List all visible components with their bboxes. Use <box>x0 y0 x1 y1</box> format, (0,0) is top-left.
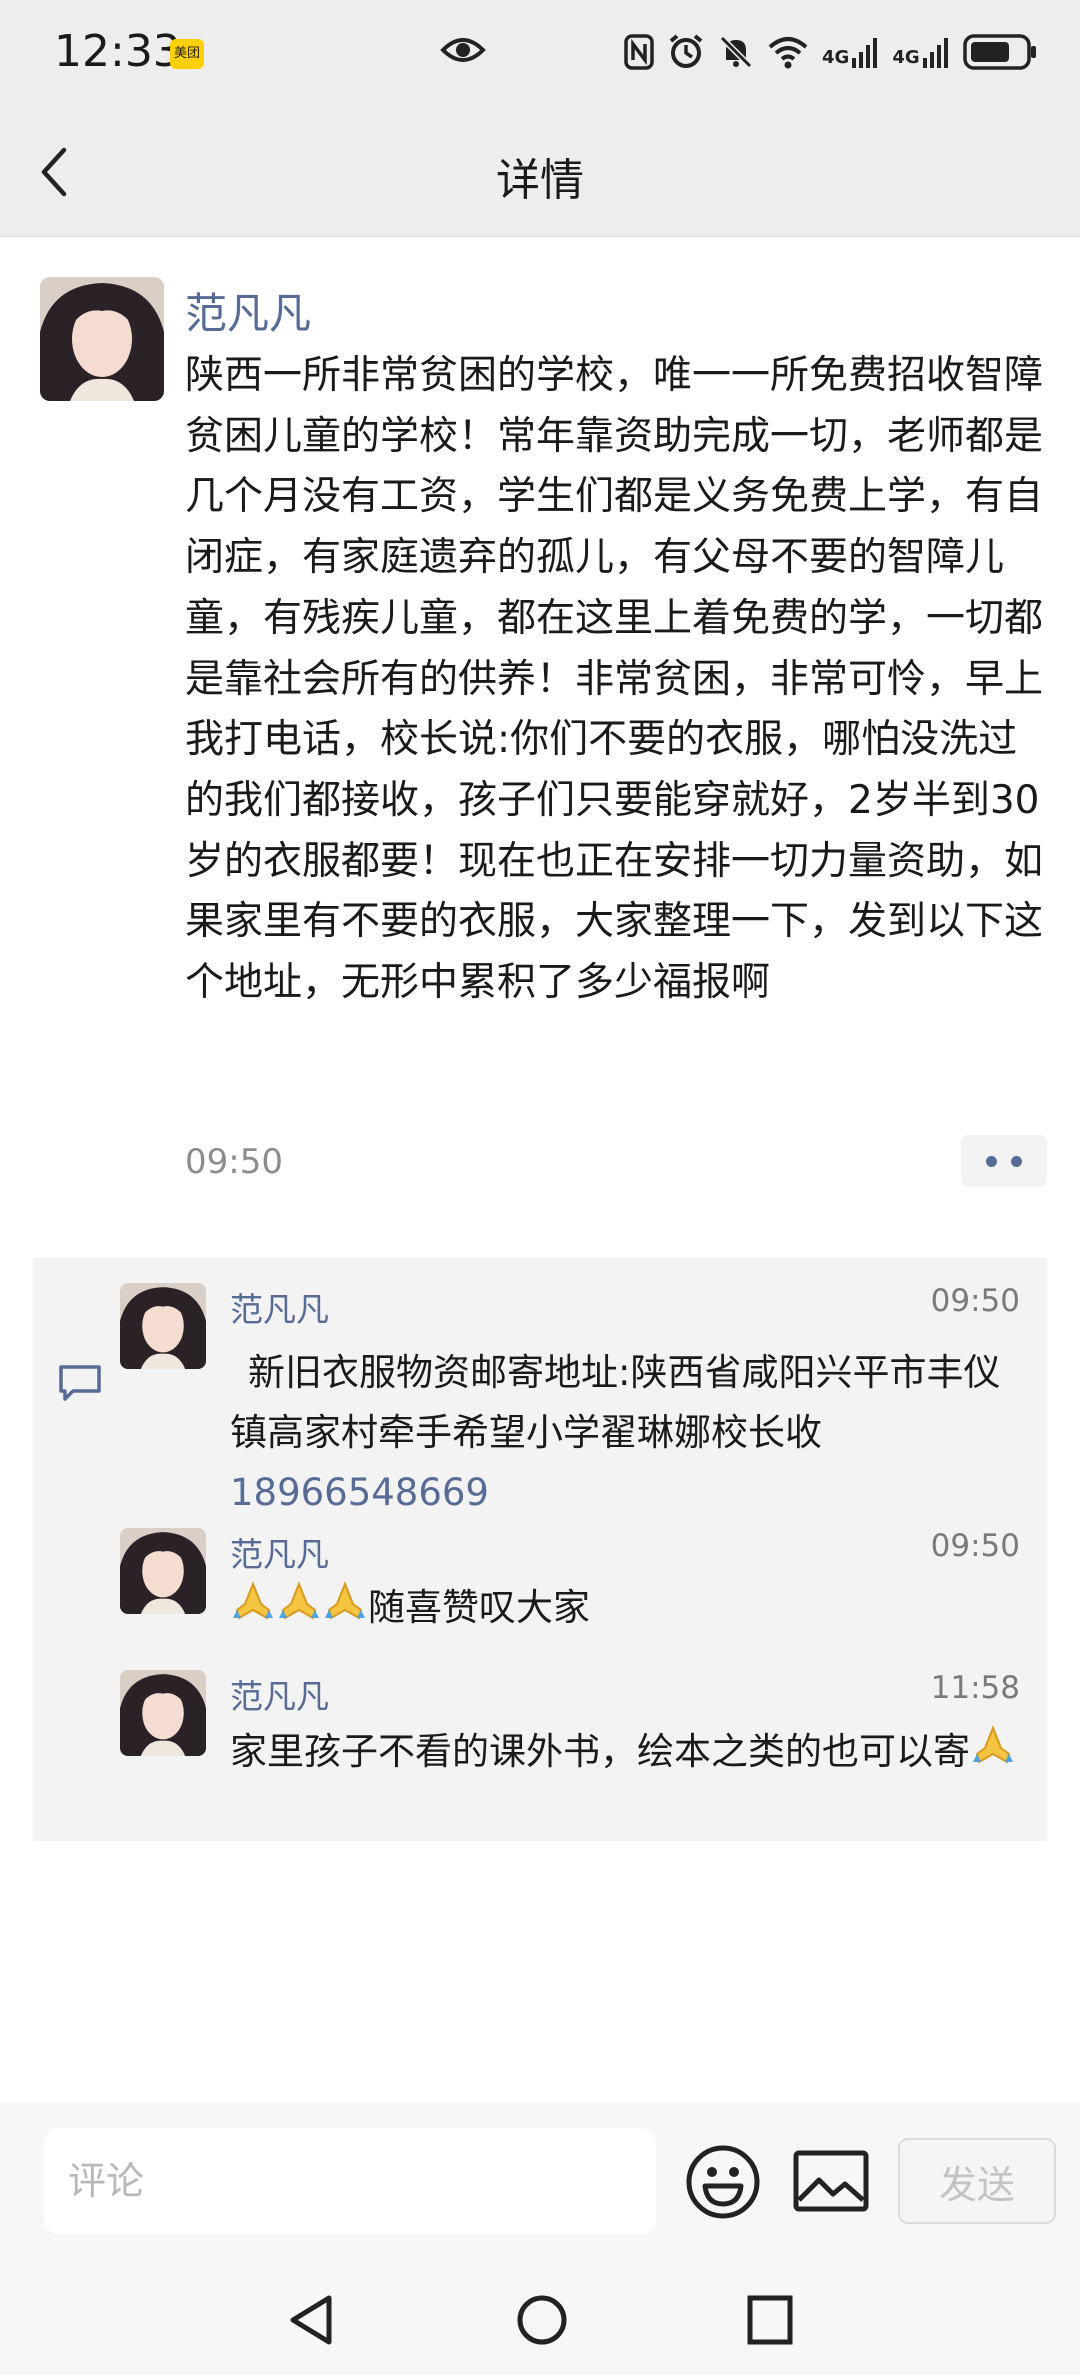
dot-icon <box>986 1156 997 1167</box>
page-title: 详情 <box>496 155 584 206</box>
phone-link[interactable]: 18966548669 <box>230 1471 489 1514</box>
eye-icon <box>440 38 486 62</box>
more-options-button[interactable] <box>961 1135 1047 1187</box>
dot-icon <box>1011 1156 1022 1167</box>
folded-hands-emoji-icon <box>279 1581 319 1620</box>
nfc-icon <box>624 34 654 70</box>
image-icon[interactable] <box>793 2150 869 2212</box>
folded-hands-emoji-icon <box>325 1581 365 1620</box>
comment-item: 范凡凡 11:58 家里孩子不看的课外书，绘本之类的也可以寄 <box>120 1670 1020 1830</box>
comment-author-name[interactable]: 范凡凡 <box>230 1283 329 1331</box>
post-author-avatar[interactable] <box>40 277 164 401</box>
status-bar: 12:33 美团 4G 4G <box>0 0 1080 104</box>
comment-author-name[interactable]: 范凡凡 <box>230 1670 329 1718</box>
comment-timestamp: 09:50 <box>930 1528 1020 1564</box>
folded-hands-emoji-icon <box>233 1581 273 1620</box>
comment-author-avatar[interactable] <box>120 1670 206 1756</box>
comment-item: 范凡凡 09:50 随喜赞叹大家 <box>120 1528 1020 1629</box>
comment-author-name[interactable]: 范凡凡 <box>230 1528 329 1576</box>
signal-icon <box>922 38 948 68</box>
comment-input[interactable] <box>44 2128 656 2234</box>
comment-address-text: 新旧衣服物资邮寄地址:陕西省咸阳兴平市丰仪镇高家村牵手希望小学翟琳娜校长收 <box>230 1351 1001 1454</box>
comment-bubble-icon <box>59 1365 101 1401</box>
battery-icon <box>962 34 1036 70</box>
meituan-badge-icon: 美团 <box>170 39 204 69</box>
alarm-icon <box>669 34 703 68</box>
system-back-icon[interactable] <box>285 2292 337 2348</box>
post-timestamp: 09:50 <box>185 1142 283 1182</box>
comment-timestamp: 09:50 <box>930 1283 1020 1319</box>
status-time: 12:33 <box>54 26 181 77</box>
network-4g-label: 4G <box>822 47 850 68</box>
mute-icon <box>719 35 753 69</box>
folded-hands-emoji-icon <box>973 1725 1013 1764</box>
comment-input-bar: 发送 <box>0 2102 1080 2272</box>
wifi-icon <box>768 37 808 69</box>
system-navigation-bar <box>0 2272 1080 2375</box>
post-author-name[interactable]: 范凡凡 <box>185 280 311 341</box>
header-bar: 详情 <box>0 104 1080 237</box>
send-button[interactable]: 发送 <box>898 2138 1056 2224</box>
comment-author-avatar[interactable] <box>120 1283 206 1369</box>
system-home-icon[interactable] <box>515 2292 569 2348</box>
comment-body: 家里孩子不看的课外书，绘本之类的也可以寄 <box>230 1730 970 1773</box>
comment-item: 范凡凡 09:50 新旧衣服物资邮寄地址:陕西省咸阳兴平市丰仪镇高家村牵手希望小… <box>120 1283 1020 1514</box>
emoji-icon[interactable] <box>685 2144 761 2220</box>
comment-timestamp: 11:58 <box>930 1670 1020 1706</box>
comment-text: 随喜赞叹大家 <box>230 1578 1020 1638</box>
comments-section: 范凡凡 09:50 新旧衣服物资邮寄地址:陕西省咸阳兴平市丰仪镇高家村牵手希望小… <box>33 1258 1047 1841</box>
system-recent-apps-icon[interactable] <box>746 2294 794 2346</box>
comment-text: 家里孩子不看的课外书，绘本之类的也可以寄 <box>230 1722 1020 1782</box>
post-content: 陕西一所非常贫困的学校，唯一一所免费招收智障贫困儿童的学校！常年靠资助完成一切，… <box>185 353 1044 1006</box>
signal-icon <box>852 38 878 68</box>
network-4g-label: 4G <box>892 47 920 68</box>
status-icons: 4G 4G <box>624 30 1037 74</box>
comment-body: 随喜赞叹大家 <box>368 1586 590 1629</box>
comment-text: 新旧衣服物资邮寄地址:陕西省咸阳兴平市丰仪镇高家村牵手希望小学翟琳娜校长收 18… <box>230 1343 1020 1523</box>
comment-author-avatar[interactable] <box>120 1528 206 1614</box>
